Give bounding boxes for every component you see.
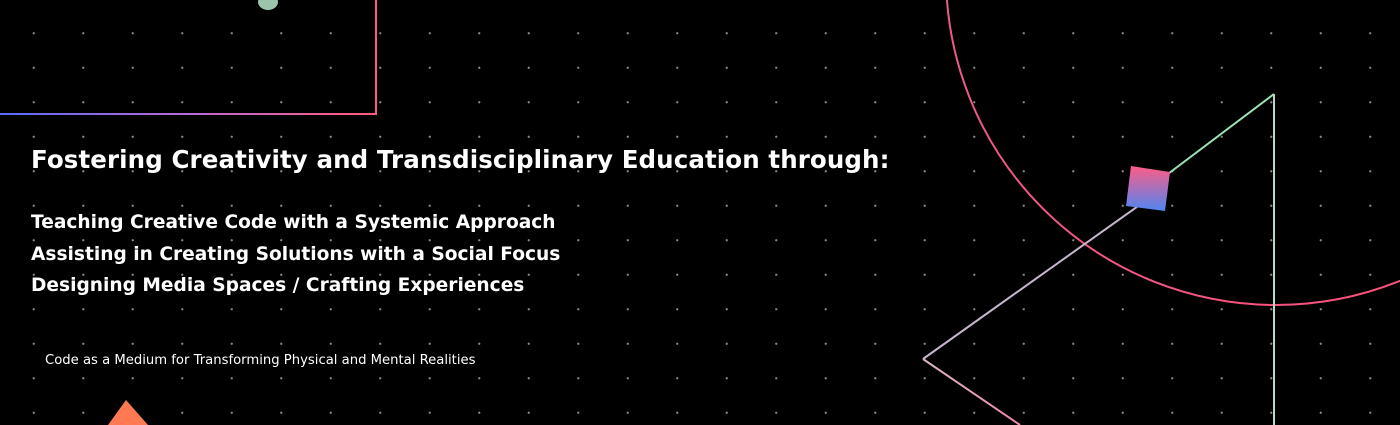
focus-list: Teaching Creative Code with a Systemic A… [31, 207, 560, 302]
gradient-cube-shape [1126, 166, 1170, 211]
triangle-edge-left-shape [922, 198, 1149, 360]
focus-item-media-spaces: Designing Media Spaces / Crafting Experi… [31, 275, 525, 296]
corner-frame-shape [0, 0, 377, 115]
circle-outline-shape [945, 0, 1400, 306]
headline: Fostering Creativity and Transdisciplina… [31, 145, 890, 174]
focus-item-solutions: Assisting in Creating Solutions with a S… [31, 243, 561, 265]
focus-item-teaching: Teaching Creative Code with a Systemic A… [31, 212, 556, 233]
mint-dot-shape [258, 0, 278, 10]
orange-triangle-shape [108, 400, 148, 425]
triangle-edge-bottom-shape [922, 358, 1021, 425]
hero-banner: Fostering Creativity and Transdisciplina… [0, 0, 1400, 425]
tagline: Code as a Medium for Transforming Physic… [45, 353, 476, 368]
